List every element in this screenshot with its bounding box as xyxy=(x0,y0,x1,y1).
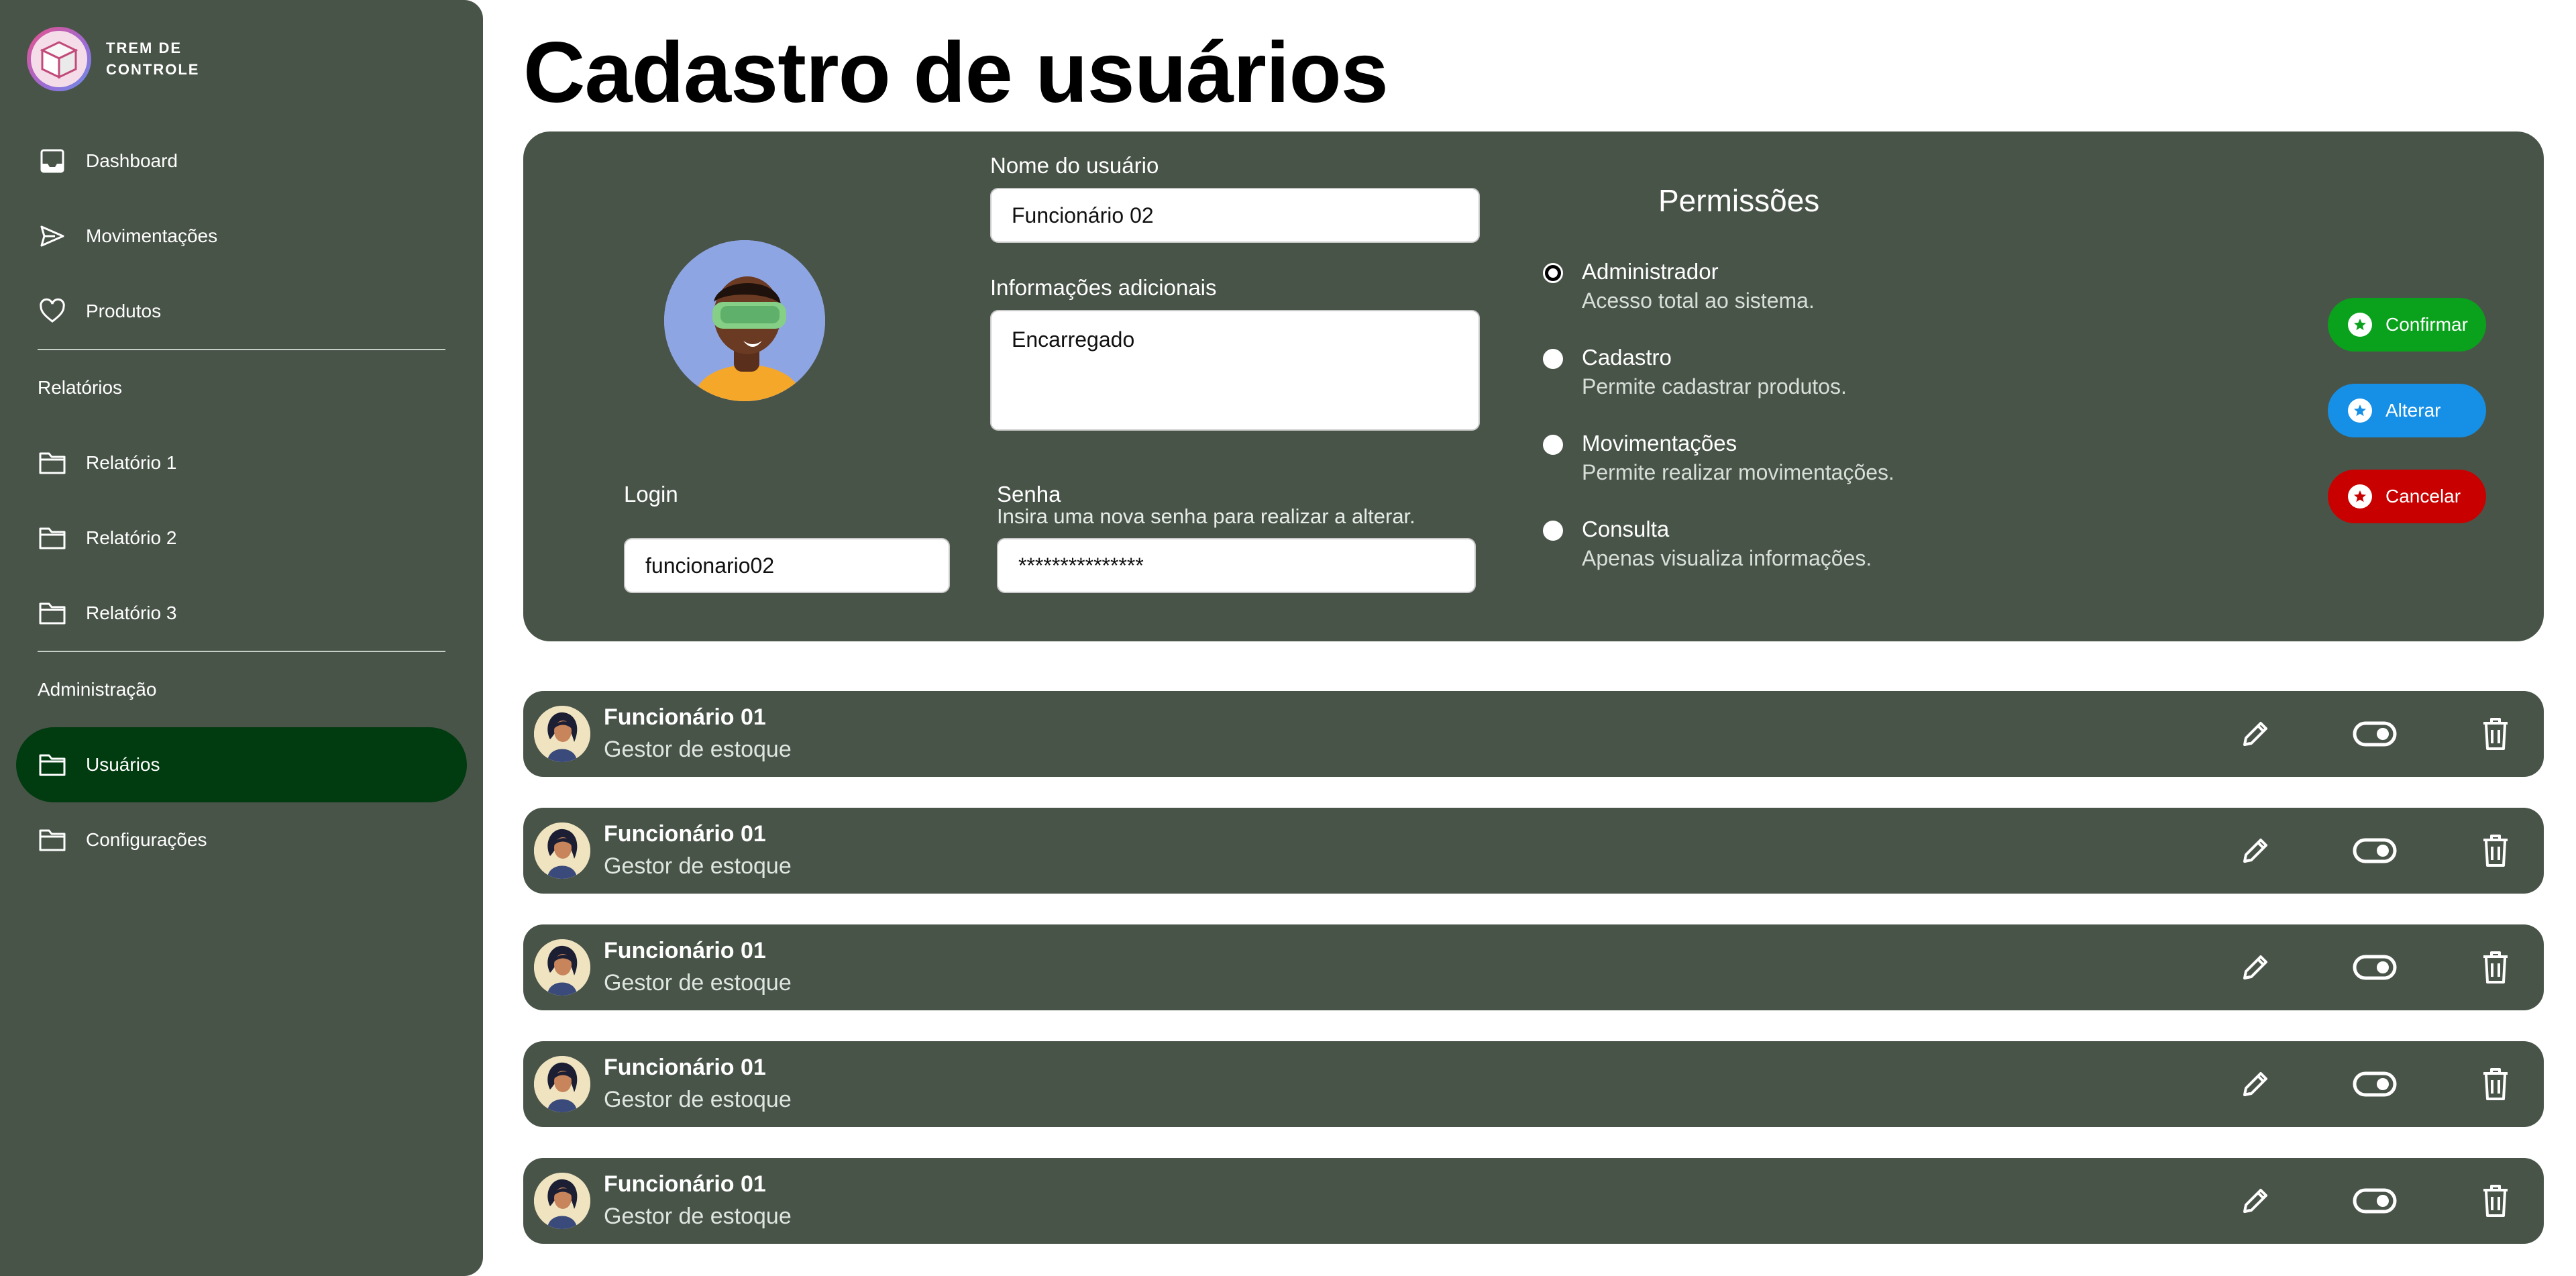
password-label: Senha xyxy=(997,482,1061,507)
heart-icon xyxy=(38,297,67,326)
avatar xyxy=(534,706,590,762)
user-role: Gestor de estoque xyxy=(604,853,792,879)
sidebar-item-relatorio-2[interactable]: Relatório 2 xyxy=(16,500,467,576)
star-icon xyxy=(2348,313,2372,337)
pencil-icon[interactable] xyxy=(2233,711,2278,757)
name-input[interactable]: Funcionário 02 xyxy=(990,188,1480,243)
radio-button[interactable] xyxy=(1543,435,1563,455)
user-role: Gestor de estoque xyxy=(604,1087,792,1112)
trash-icon[interactable] xyxy=(2473,828,2518,873)
trash-icon[interactable] xyxy=(2473,1061,2518,1107)
login-label: Login xyxy=(624,482,678,507)
user-name: Funcionário 01 xyxy=(604,938,766,963)
user-row[interactable]: Funcionário 01 Gestor de estoque xyxy=(523,691,2544,777)
user-name: Funcionário 01 xyxy=(604,1171,766,1197)
sidebar-item-configuracoes[interactable]: Configurações xyxy=(16,802,467,878)
user-row[interactable]: Funcionário 01 Gestor de estoque xyxy=(523,808,2544,894)
inbox-icon xyxy=(38,146,67,176)
folder-icon xyxy=(38,598,67,628)
page-title: Cadastro de usuários xyxy=(523,25,1389,121)
sidebar-item-usuarios[interactable]: Usuários xyxy=(16,727,467,802)
trash-icon[interactable] xyxy=(2473,945,2518,990)
pencil-icon[interactable] xyxy=(2233,828,2278,873)
pencil-icon[interactable] xyxy=(2233,1061,2278,1107)
sidebar-item-produtos[interactable]: Produtos xyxy=(16,274,467,349)
logo xyxy=(27,27,91,91)
permissions-title: Permissões xyxy=(1658,183,1820,218)
brand-name: TREM DE CONTROLE xyxy=(106,40,200,78)
avatar xyxy=(534,1173,590,1229)
star-icon xyxy=(2348,398,2372,423)
user-row[interactable]: Funcionário 01 Gestor de estoque xyxy=(523,1041,2544,1127)
name-label: Nome do usuário xyxy=(990,153,1159,178)
confirm-button[interactable]: Confirmar xyxy=(2328,298,2486,352)
folder-icon xyxy=(38,750,67,780)
radio-button[interactable] xyxy=(1543,521,1563,541)
toggle-icon[interactable] xyxy=(2352,828,2398,873)
toggle-icon[interactable] xyxy=(2352,711,2398,757)
sidebar-item-relatorio-1[interactable]: Relatório 1 xyxy=(16,425,467,500)
user-avatar[interactable] xyxy=(664,240,825,401)
sidebar-item-movimentacoes[interactable]: Movimentações xyxy=(16,199,467,274)
avatar xyxy=(534,939,590,996)
pencil-icon[interactable] xyxy=(2233,945,2278,990)
send-icon xyxy=(38,221,67,251)
user-name: Funcionário 01 xyxy=(604,1055,766,1080)
avatar xyxy=(534,822,590,879)
info-label: Informações adicionais xyxy=(990,275,1217,300)
brand[interactable]: TREM DE CONTROLE xyxy=(27,27,213,91)
user-role: Gestor de estoque xyxy=(604,1204,792,1229)
password-hint: Insira uma nova senha para realizar a al… xyxy=(997,504,1415,528)
box-icon xyxy=(40,41,78,79)
sidebar: TREM DE CONTROLE Dashboard Movimentações… xyxy=(0,0,483,1276)
toggle-icon[interactable] xyxy=(2352,1061,2398,1107)
user-row[interactable]: Funcionário 01 Gestor de estoque xyxy=(523,1158,2544,1244)
folder-icon xyxy=(38,448,67,478)
divider xyxy=(38,349,445,350)
user-role: Gestor de estoque xyxy=(604,970,792,996)
divider xyxy=(38,651,445,652)
password-input[interactable]: *************** xyxy=(997,538,1476,593)
star-icon xyxy=(2348,484,2372,509)
user-role: Gestor de estoque xyxy=(604,737,792,762)
trash-icon[interactable] xyxy=(2473,1178,2518,1224)
folder-icon xyxy=(38,523,67,553)
section-reports: Relatórios xyxy=(38,377,123,398)
pencil-icon[interactable] xyxy=(2233,1178,2278,1224)
trash-icon[interactable] xyxy=(2473,711,2518,757)
radio-button[interactable] xyxy=(1543,349,1563,369)
folder-icon xyxy=(38,825,67,855)
sidebar-item-dashboard[interactable]: Dashboard xyxy=(16,123,467,199)
cancel-button[interactable]: Cancelar xyxy=(2328,470,2486,523)
alter-button[interactable]: Alterar xyxy=(2328,384,2486,437)
user-row[interactable]: Funcionário 01 Gestor de estoque xyxy=(523,924,2544,1010)
avatar xyxy=(534,1056,590,1112)
info-textarea[interactable]: Encarregado xyxy=(990,310,1480,431)
login-input[interactable]: funcionario02 xyxy=(624,538,950,593)
sidebar-item-relatorio-3[interactable]: Relatório 3 xyxy=(16,576,467,651)
section-admin: Administração xyxy=(38,679,157,700)
radio-button[interactable] xyxy=(1543,263,1563,283)
toggle-icon[interactable] xyxy=(2352,945,2398,990)
toggle-icon[interactable] xyxy=(2352,1178,2398,1224)
user-name: Funcionário 01 xyxy=(604,821,766,847)
user-name: Funcionário 01 xyxy=(604,704,766,730)
